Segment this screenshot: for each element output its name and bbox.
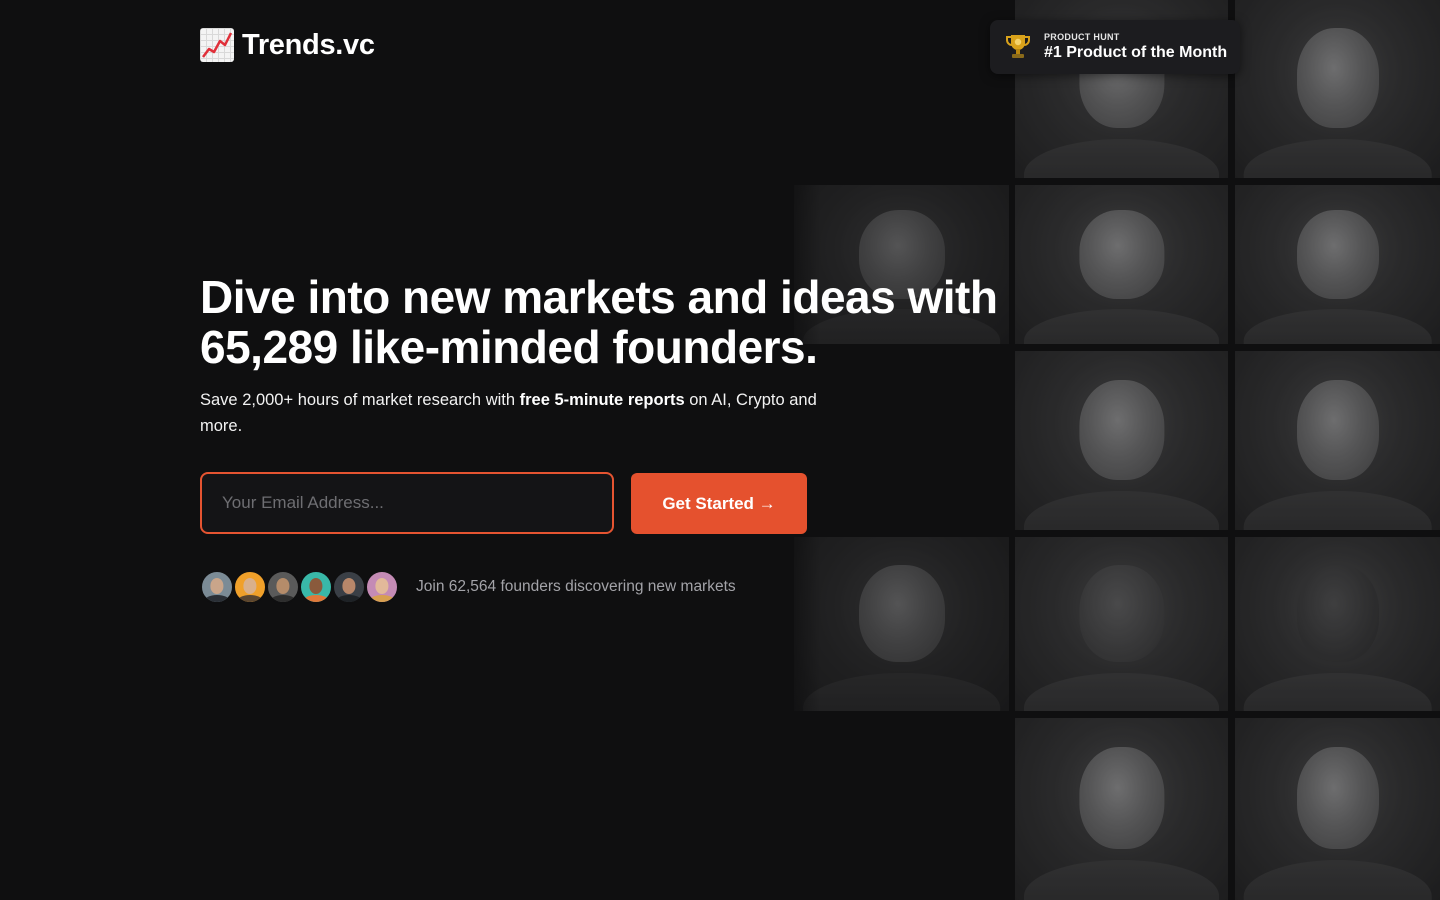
founder-photo [1235,351,1440,530]
avatar [365,570,399,604]
social-proof: Join 62,564 founders discovering new mar… [200,570,736,604]
get-started-button[interactable]: Get Started → [631,473,807,534]
headline-line-1: Dive into new markets and ideas with [200,271,998,323]
founder-photo [1015,185,1228,344]
trophy-icon [1006,35,1030,58]
avatar-stack [200,570,399,604]
founder-photo [1235,718,1440,900]
chart-increasing-icon [200,28,234,62]
brand-name: Trends.vc [242,28,375,61]
sub-text-bold: free 5-minute reports [519,391,685,409]
founder-photo [1015,351,1228,530]
founder-photo [1235,0,1440,178]
avatar [200,570,234,604]
avatar [233,570,267,604]
hero-headline: Dive into new markets and ideas with 65,… [200,272,1000,372]
brand-logo[interactable]: Trends.vc [200,28,375,62]
badge-title: #1 Product of the Month [1044,44,1228,61]
founder-photo-grid [0,0,1440,900]
grid-fade-overlay [780,0,820,900]
badge-kicker: PRODUCT HUNT [1044,32,1120,42]
founder-photo [1235,185,1440,344]
founder-photo [1015,718,1228,900]
founder-photo [794,537,1009,711]
email-input[interactable] [200,472,614,534]
sub-text-before: Save 2,000+ hours of market research wit… [200,391,520,409]
hero-subheadline: Save 2,000+ hours of market research wit… [200,387,820,439]
product-hunt-badge[interactable]: PRODUCT HUNT #1 Product of the Month [990,20,1240,74]
social-proof-text: Join 62,564 founders discovering new mar… [416,578,736,595]
avatar [299,570,333,604]
avatar [266,570,300,604]
headline-line-2: 65,289 like-minded founders. [200,321,818,373]
founder-photo [1235,537,1440,711]
founder-photo [1015,537,1228,711]
avatar [332,570,366,604]
